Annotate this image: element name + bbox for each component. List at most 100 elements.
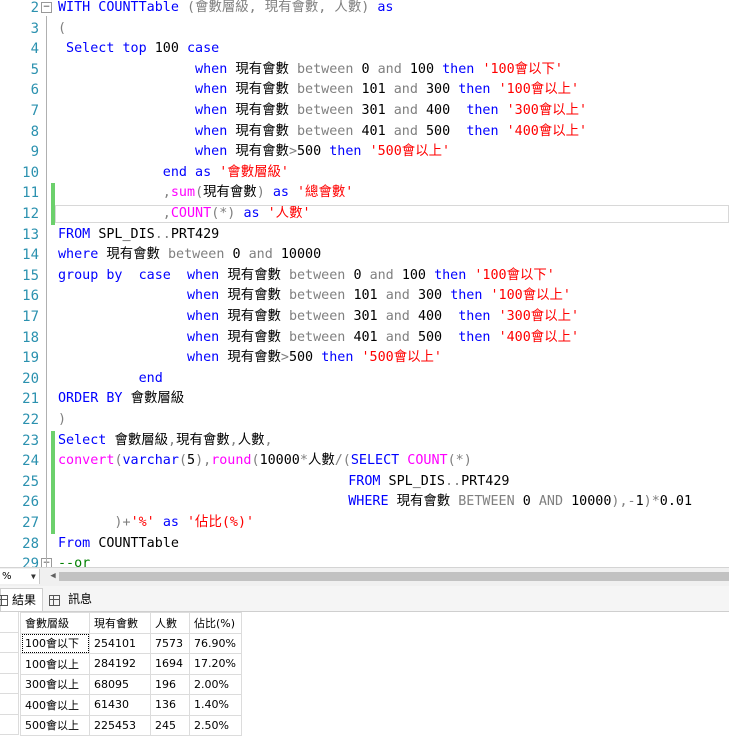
code-line[interactable]: 5 when 現有會數 between 0 and 100 then '100會… bbox=[0, 60, 729, 81]
code-token: and bbox=[369, 267, 402, 283]
code-line[interactable]: 27 )+'%' as '佔比(%)' bbox=[0, 513, 729, 534]
table-cell[interactable]: 17.20% bbox=[189, 653, 242, 675]
table-cell[interactable]: 2.50% bbox=[189, 714, 242, 736]
code-token: '100會以上' bbox=[498, 82, 580, 98]
table-cell[interactable]: 7573 bbox=[150, 632, 190, 654]
code-line[interactable]: 4 Select top 100 case bbox=[0, 39, 729, 60]
sql-editor[interactable]: 2− WITH COUNTTable (會數層級, 現有會數, 人數) as 3(4… bbox=[0, 0, 729, 567]
code-line[interactable]: 20 end bbox=[0, 369, 729, 390]
line-number: 28 bbox=[22, 535, 39, 552]
table-cell[interactable]: 196 bbox=[150, 673, 190, 695]
column-header[interactable]: 現有會數 bbox=[89, 612, 151, 634]
table-cell[interactable]: 61430 bbox=[89, 694, 151, 716]
code-token: then bbox=[458, 82, 499, 98]
table-cell[interactable]: 500會以上 bbox=[20, 714, 90, 736]
collapse-icon[interactable]: − bbox=[41, 2, 52, 13]
code-token: 101 bbox=[361, 82, 394, 98]
code-text: FROM SPL_DIS..PRT429 bbox=[58, 225, 219, 245]
table-cell[interactable]: 68095 bbox=[89, 673, 151, 695]
column-header[interactable]: 會數層級 bbox=[20, 612, 90, 634]
table-cell[interactable]: 245 bbox=[150, 714, 190, 736]
code-line[interactable]: 21 ORDER BY 會數層級 bbox=[0, 389, 729, 410]
tab-messages[interactable]: 訊息 bbox=[46, 586, 101, 611]
horizontal-scrollbar-thumb[interactable] bbox=[59, 572, 729, 581]
table-cell[interactable]: 100會以下 bbox=[20, 632, 90, 654]
code-line[interactable]: 26 WHERE 現有會數 BETWEEN 0 AND 10000),-1)*0… bbox=[0, 492, 729, 513]
code-token: 500 bbox=[426, 123, 467, 139]
table-cell[interactable]: 225453 bbox=[89, 714, 151, 736]
code-token: case bbox=[187, 41, 220, 57]
code-token: 400 bbox=[426, 103, 467, 118]
code-line[interactable]: 9 when 現有會數>500 then '500會以上' bbox=[0, 142, 729, 163]
code-token: 401 bbox=[361, 123, 394, 139]
code-token: and bbox=[393, 123, 426, 139]
code-token: WHERE bbox=[58, 494, 397, 510]
row-header[interactable] bbox=[0, 632, 19, 653]
code-token: '500會以上' bbox=[361, 350, 442, 366]
row-header[interactable] bbox=[0, 673, 19, 694]
code-line[interactable]: 24 convert(varchar(5),round(10000*人數/(SEL… bbox=[0, 451, 729, 472]
code-token: between bbox=[168, 247, 233, 263]
line-number: 15 bbox=[22, 267, 39, 284]
code-token: and bbox=[385, 288, 418, 304]
row-header-column bbox=[0, 612, 20, 743]
code-token: round bbox=[211, 453, 252, 469]
table-cell[interactable]: 136 bbox=[150, 694, 190, 716]
code-line[interactable]: 7 when 現有會數 between 301 and 400 then '30… bbox=[0, 101, 729, 122]
table-cell[interactable]: 1.40% bbox=[189, 694, 242, 716]
chevron-down-icon[interactable]: ▼ bbox=[31, 569, 36, 584]
code-line[interactable]: 8 when 現有會數 between 401 and 500 then '40… bbox=[0, 122, 729, 143]
code-line[interactable]: 11 ,sum(現有會數) as '總會數' bbox=[0, 183, 729, 204]
column-header[interactable]: 佔比(%) bbox=[189, 612, 242, 634]
code-token: when bbox=[58, 288, 228, 304]
line-number: 6 bbox=[30, 82, 39, 99]
code-line[interactable]: 18 when 現有會數 between 401 and 500 then '4… bbox=[0, 328, 729, 349]
code-line[interactable]: 23 Select 會數層級,現有會數,人數, bbox=[0, 430, 729, 452]
results-grid[interactable]: 會數層級 現有會數 人數 佔比(%) 100會以下 254101 7573 76.90… bbox=[0, 612, 729, 743]
code-line[interactable]: 6 when 現有會數 between 101 and 300 then '10… bbox=[0, 80, 729, 101]
code-line[interactable]: 29−--or bbox=[0, 554, 729, 567]
table-cell[interactable]: 254101 bbox=[89, 632, 151, 654]
row-header[interactable] bbox=[0, 714, 19, 735]
column-header[interactable]: 人數 bbox=[150, 612, 190, 634]
code-token: 人數 bbox=[307, 453, 335, 469]
scroll-left-icon[interactable]: ◀ bbox=[47, 569, 59, 584]
row-header[interactable] bbox=[0, 612, 19, 633]
code-line[interactable]: 28 From COUNTTable bbox=[0, 534, 729, 555]
code-line[interactable]: 16 when 現有會數 between 101 and 300 then '1… bbox=[0, 286, 729, 307]
code-line[interactable]: 17 when 現有會數 between 301 and 400 then '3… bbox=[0, 307, 729, 328]
code-text: convert(varchar(5),round(10000*人數/(SELEC… bbox=[58, 451, 472, 471]
code-token: sum bbox=[170, 185, 196, 201]
code-line[interactable]: 19 when 現有會數>500 then '500會以上' bbox=[0, 348, 729, 369]
line-number: 3 bbox=[30, 20, 39, 37]
code-line[interactable]: 14 where 現有會數 between 0 and 10000 bbox=[0, 245, 729, 266]
table-cell[interactable]: 100會以上 bbox=[20, 653, 90, 675]
table-row[interactable]: 100會以上 284192 1694 17.20% bbox=[20, 653, 242, 675]
table-row[interactable]: 400會以上 61430 136 1.40% bbox=[20, 694, 242, 716]
code-line[interactable]: 10 end as '會數層級' bbox=[0, 163, 729, 184]
code-line[interactable]: 13 FROM SPL_DIS..PRT429 bbox=[0, 225, 729, 246]
header-row: 會數層級 現有會數 人數 佔比(%) bbox=[20, 612, 242, 634]
code-line[interactable]: 22) bbox=[0, 410, 729, 431]
code-line[interactable]: 2− WITH COUNTTable (會數層級, 現有會數, 人數) as bbox=[0, 0, 729, 19]
row-header[interactable] bbox=[0, 653, 19, 674]
table-cell[interactable]: 1694 bbox=[150, 653, 190, 675]
tab-results[interactable]: 結果 bbox=[0, 588, 43, 611]
code-token: WITH COUNTTable bbox=[58, 0, 187, 15]
code-token: 現有會數 bbox=[235, 144, 289, 160]
table-cell[interactable]: 284192 bbox=[89, 653, 151, 675]
code-line[interactable]: 15 group by case when 現有會數 between 0 and … bbox=[0, 266, 729, 287]
table-cell[interactable]: 76.90% bbox=[189, 632, 242, 654]
table-cell[interactable]: 300會以上 bbox=[20, 673, 90, 695]
table-cell[interactable]: 400會以上 bbox=[20, 694, 90, 716]
code-token: between bbox=[288, 329, 354, 345]
table-cell[interactable]: 2.00% bbox=[189, 673, 242, 695]
code-text: ) bbox=[58, 410, 66, 430]
row-header[interactable] bbox=[0, 694, 19, 715]
table-row[interactable]: 500會以上 225453 245 2.50% bbox=[20, 714, 242, 736]
code-token: when bbox=[58, 123, 236, 139]
code-line[interactable]: 3( bbox=[0, 19, 729, 40]
table-row[interactable]: 100會以下 254101 7573 76.90% bbox=[20, 632, 242, 654]
code-line[interactable]: 25 FROM SPL_DIS..PRT429 bbox=[0, 471, 729, 493]
table-row[interactable]: 300會以上 68095 196 2.00% bbox=[20, 673, 242, 695]
